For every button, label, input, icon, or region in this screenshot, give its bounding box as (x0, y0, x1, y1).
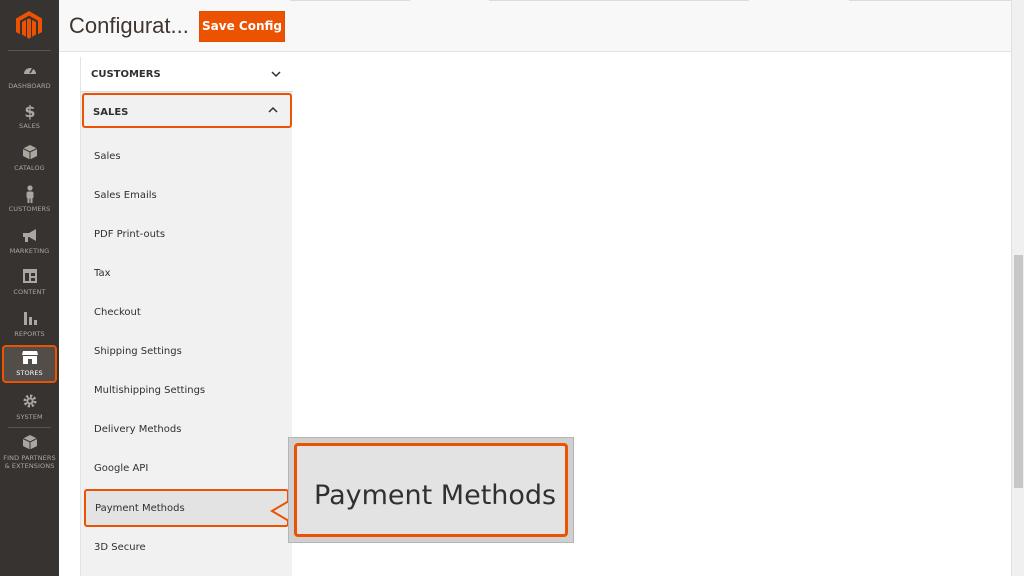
gear-icon (0, 393, 59, 413)
config-item-google-api[interactable]: Google API (81, 449, 293, 488)
section-sales[interactable]: SALES (82, 93, 292, 128)
save-config-button[interactable]: Save Config (199, 11, 285, 42)
nav-item-sales[interactable]: $ SALES (0, 100, 59, 142)
nav-label: SYSTEM (16, 413, 43, 421)
nav-item-stores[interactable]: STORES (2, 345, 57, 383)
zoom-callout: Payment Methods (288, 437, 574, 543)
config-item-shipping-settings[interactable]: Shipping Settings (81, 332, 293, 371)
header-divider (849, 0, 1024, 1)
bar-chart-icon (0, 310, 59, 330)
megaphone-icon (0, 227, 59, 247)
section-label: SALES (93, 107, 129, 118)
cube-icon (0, 144, 59, 164)
config-tabs-panel: CUSTOMERS SALES Sales Sales Emails PDF P… (80, 57, 293, 576)
section-customers[interactable]: CUSTOMERS (81, 57, 293, 92)
nav-label: CUSTOMERS (8, 205, 51, 213)
nav-label: DASHBOARD (8, 82, 51, 90)
nav-item-catalog[interactable]: CATALOG (0, 142, 59, 184)
nav-item-dashboard[interactable]: DASHBOARD (0, 60, 59, 102)
config-item-delivery-methods[interactable]: Delivery Methods (81, 410, 293, 449)
admin-sidebar: DASHBOARD $ SALES CATALOG CUSTOMERS MARK… (0, 0, 59, 576)
scrollbar-thumb[interactable] (1014, 255, 1023, 488)
header-divider (489, 0, 749, 1)
box-icon (0, 434, 59, 454)
nav-divider (8, 50, 51, 51)
nav-label: REPORTS (14, 330, 45, 338)
nav-item-find-partners[interactable]: FIND PARTNERS & EXTENSIONS (0, 432, 59, 476)
config-item-sales[interactable]: Sales (81, 137, 293, 176)
nav-item-customers[interactable]: CUSTOMERS (0, 183, 59, 225)
nav-item-marketing[interactable]: MARKETING (0, 225, 59, 267)
section-label: CUSTOMERS (91, 69, 161, 80)
page-scrollbar[interactable] (1011, 0, 1024, 576)
nav-label: & EXTENSIONS (4, 462, 55, 470)
nav-label: SALES (18, 122, 41, 130)
magento-logo-icon[interactable] (15, 10, 43, 40)
nav-label: CATALOG (14, 164, 45, 172)
callout-text: Payment Methods (314, 480, 557, 511)
nav-label: MARKETING (9, 247, 50, 255)
config-item-tax[interactable]: Tax (81, 254, 293, 293)
layout-icon (0, 268, 59, 288)
person-icon (0, 185, 59, 205)
config-item-pdf-print-outs[interactable]: PDF Print-outs (81, 215, 293, 254)
dollar-icon: $ (0, 102, 59, 122)
nav-item-content[interactable]: CONTENT (0, 266, 59, 308)
config-item-payment-methods[interactable]: Payment Methods (84, 489, 289, 527)
store-icon (4, 349, 55, 369)
svg-text:$: $ (24, 102, 35, 120)
nav-label: STORES (16, 369, 43, 377)
config-item-3d-secure[interactable]: 3D Secure (81, 528, 293, 567)
config-item-checkout[interactable]: Checkout (81, 293, 293, 332)
page-title: Configurat... (69, 13, 189, 38)
dashboard-icon (0, 62, 59, 82)
nav-divider (8, 427, 51, 428)
config-item-sales-emails[interactable]: Sales Emails (81, 176, 293, 215)
nav-item-reports[interactable]: REPORTS (0, 308, 59, 350)
nav-label: CONTENT (13, 288, 46, 296)
nav-label: FIND PARTNERS (3, 454, 56, 462)
header-divider (290, 0, 410, 1)
chevron-up-icon (268, 93, 278, 143)
callout-box: Payment Methods (294, 443, 568, 537)
page-header: Configurat... Save Config (59, 0, 1024, 52)
config-item-multishipping-settings[interactable]: Multishipping Settings (81, 371, 293, 410)
